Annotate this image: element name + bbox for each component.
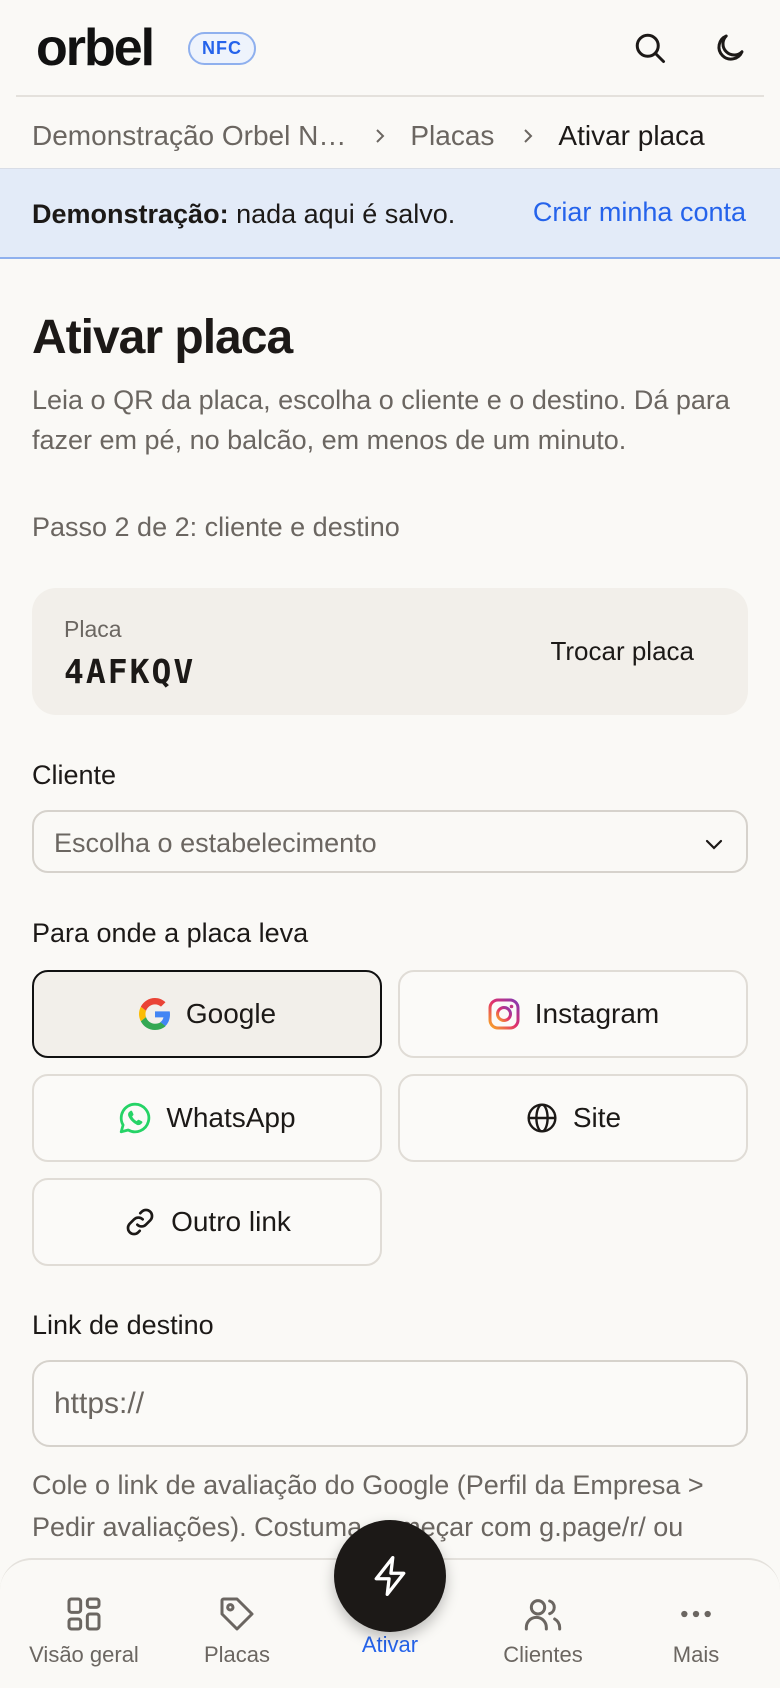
destination-label-whatsapp: WhatsApp — [166, 1102, 296, 1133]
destination-option-instagram[interactable]: Instagram — [398, 970, 748, 1058]
nav-item-clients[interactable]: Clientes — [468, 1594, 618, 1668]
client-label: Cliente — [32, 760, 117, 790]
link-field[interactable] — [32, 1360, 748, 1447]
banner-label: Demonstração: — [32, 199, 229, 229]
breadcrumb-item-current: Ativar placa — [558, 120, 705, 151]
bolt-icon — [374, 1556, 406, 1596]
destination-label-site: Site — [572, 1102, 622, 1133]
nav-label-plates: Placas — [203, 1642, 271, 1667]
nav-item-more[interactable]: Mais — [621, 1594, 771, 1668]
whatsapp-icon — [118, 1101, 152, 1135]
google-icon — [138, 997, 172, 1031]
swap-plate-button[interactable]: Trocar placa — [550, 636, 694, 667]
destination-label-google: Google — [185, 998, 277, 1029]
grid-icon — [67, 1597, 101, 1631]
banner-message: nada aqui é salvo. — [236, 199, 456, 229]
nav-item-activate[interactable]: Ativar — [315, 1632, 465, 1658]
destination-option-google[interactable]: Google — [32, 970, 382, 1058]
more-icon — [681, 1610, 711, 1618]
logo[interactable]: orbel — [36, 22, 155, 74]
link-label: Link de destino — [32, 1310, 214, 1340]
nav-label-more: Mais — [672, 1642, 720, 1667]
instagram-icon — [487, 997, 521, 1031]
destination-option-other-link[interactable]: Outro link — [32, 1178, 382, 1266]
nfc-badge: NFC — [188, 32, 256, 65]
client-select-value: Escolha o estabelecimento — [54, 828, 377, 858]
page-title: Ativar placa — [32, 311, 293, 364]
step-indicator: Passo 2 de 2: cliente e destino — [32, 512, 400, 542]
chevron-right-icon — [524, 129, 533, 143]
chevron-down-icon — [705, 839, 723, 850]
breadcrumb-item-placas[interactable]: Placas — [410, 120, 494, 152]
destination-label-other-link: Outro link — [171, 1206, 291, 1237]
link-input[interactable] — [54, 1384, 724, 1424]
plate-label: Placa — [64, 616, 122, 642]
destination-option-site[interactable]: Site — [398, 1074, 748, 1162]
chevron-right-icon — [376, 129, 385, 143]
destination-option-whatsapp[interactable]: WhatsApp — [32, 1074, 382, 1162]
search-icon[interactable] — [632, 30, 668, 66]
moon-icon[interactable] — [712, 30, 748, 66]
breadcrumb: Demonstração Orbel N… Placas Ativar plac… — [32, 116, 705, 156]
app-header: orbel NFC — [16, 0, 764, 97]
destination-label-instagram: Instagram — [534, 998, 660, 1029]
page-description: Leia o QR da placa, escolha o cliente e … — [32, 385, 730, 455]
plate-code: 4AFKQV — [64, 652, 196, 691]
nav-label-overview: Visão geral — [29, 1642, 139, 1667]
nav-label-clients: Clientes — [503, 1642, 583, 1667]
banner-text: Demonstração: nada aqui é salvo. — [32, 199, 455, 230]
globe-icon — [525, 1101, 559, 1135]
breadcrumb-item-org[interactable]: Demonstração Orbel N… — [32, 120, 346, 152]
nav-item-plates[interactable]: Placas — [162, 1594, 312, 1668]
demo-banner: Demonstração: nada aqui é salvo. Criar m… — [0, 168, 780, 259]
nav-item-overview[interactable]: Visão geral — [9, 1594, 159, 1668]
tag-icon — [220, 1597, 254, 1631]
nav-label-activate: Ativar — [361, 1632, 419, 1657]
create-account-link[interactable]: Criar minha conta — [533, 197, 746, 228]
activate-fab-button[interactable] — [334, 1520, 446, 1632]
plate-card: Placa 4AFKQV Trocar placa — [32, 588, 748, 715]
users-icon — [524, 1599, 562, 1631]
destination-label: Para onde a placa leva — [32, 918, 309, 948]
link-icon — [123, 1205, 157, 1239]
client-select[interactable]: Escolha o estabelecimento — [32, 810, 748, 873]
